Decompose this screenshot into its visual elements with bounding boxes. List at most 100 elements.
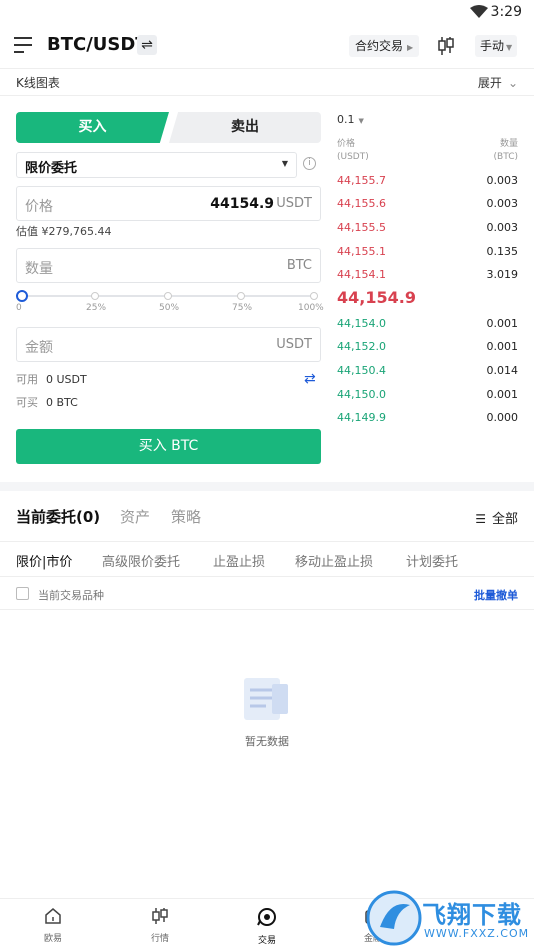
amount-slider[interactable]: 0 25% 50% 75% 100%	[16, 290, 324, 318]
price-header-unit: (USDT)	[337, 152, 369, 162]
nav-item-trade[interactable]: 交易	[237, 907, 297, 946]
expand-label: 展开	[477, 76, 502, 90]
manual-mode-button[interactable]: 手动 ▼	[475, 35, 518, 57]
info-icon[interactable]: i	[303, 157, 316, 170]
order-type-select[interactable]: 限价委托 ▼	[16, 152, 297, 178]
last-price[interactable]: 44,154.9	[337, 288, 416, 307]
price-field[interactable]: 价格 44154.9 USDT	[16, 186, 321, 221]
quantity-unit: BTC	[286, 258, 312, 273]
order-type-label: 限价委托	[25, 161, 78, 176]
empty-document-icon	[244, 678, 288, 720]
slider-tick: 25%	[86, 303, 107, 313]
expand-button[interactable]: 展开 ⌄	[478, 74, 518, 91]
triangle-down-icon: ▼	[358, 117, 364, 125]
buyable-row: 可买 0 BTC	[16, 394, 78, 410]
depth-select[interactable]: 0.1 ▼	[337, 113, 364, 126]
bid-row[interactable]: 44,149.9 0.000	[337, 407, 518, 427]
slider-knob[interactable]	[16, 290, 28, 302]
available-value: 0 USDT	[46, 373, 87, 386]
slider-dot[interactable]	[164, 292, 172, 300]
kline-bar: K线图表 展开 ⌄	[0, 68, 534, 96]
triangle-down-icon: ▼	[281, 159, 288, 168]
nav-label: 欧易	[43, 934, 62, 944]
quantity-field[interactable]: 数量 BTC	[16, 248, 321, 283]
tab-buy[interactable]: 买入	[16, 112, 169, 143]
depth-value: 0.1	[337, 113, 355, 126]
orders-tabs: 当前委托(0) 资产 策略 ☰ 全部	[0, 506, 534, 528]
buy-sell-tabs: 买入 卖出	[16, 112, 321, 143]
section-divider	[0, 482, 534, 491]
watermark-logo-icon	[366, 890, 422, 946]
slider-dot[interactable]	[91, 292, 99, 300]
nav-item-market[interactable]: 行情	[130, 907, 190, 944]
tab-advanced-limit[interactable]: 高级限价委托	[102, 551, 180, 570]
swap-pair-icon[interactable]: ⇌	[137, 35, 157, 55]
candlestick-icon[interactable]	[437, 36, 455, 56]
tab-sell[interactable]: 卖出	[169, 112, 321, 143]
tab-plan-order[interactable]: 计划委托	[406, 551, 458, 570]
kline-label: K线图表	[16, 76, 60, 90]
ask-row[interactable]: 44,155.6 0.003	[337, 193, 518, 213]
bid-row[interactable]: 44,150.4 0.014	[337, 360, 518, 380]
contract-trade-button[interactable]: 合约交易 ▶	[349, 35, 420, 57]
tab-limit-market[interactable]: 限价|市价	[16, 551, 72, 570]
candlestick-icon	[152, 908, 168, 924]
slider-tick: 0	[16, 303, 22, 313]
bid-row[interactable]: 44,150.0 0.001	[337, 384, 518, 404]
nav-item-home[interactable]: 欧易	[23, 907, 83, 944]
bid-row[interactable]: 44,152.0 0.001	[337, 336, 518, 356]
ask-row[interactable]: 44,155.7 0.003	[337, 170, 518, 190]
ask-row[interactable]: 44,154.1 3.019	[337, 264, 518, 284]
ask-row[interactable]: 44,155.5 0.003	[337, 217, 518, 237]
bid-price: 44,149.9	[337, 411, 386, 424]
bid-qty: 0.001	[486, 340, 519, 353]
ask-price: 44,155.5	[337, 221, 386, 234]
bid-qty: 0.014	[486, 364, 519, 377]
batch-cancel-button[interactable]: 批量撤单	[474, 587, 518, 603]
available-row: 可用 0 USDT	[16, 371, 87, 387]
all-filter-button[interactable]: ☰ 全部	[475, 508, 518, 527]
triangle-right-icon: ▶	[407, 43, 414, 52]
bid-qty: 0.001	[486, 317, 519, 330]
ask-price: 44,155.1	[337, 245, 386, 258]
qty-header-label: 数量	[499, 139, 518, 149]
pair-title[interactable]: BTC/USDT	[47, 34, 148, 55]
menu-icon[interactable]	[14, 37, 32, 53]
ask-qty: 0.135	[486, 245, 519, 258]
tab-current-orders[interactable]: 当前委托(0)	[16, 506, 100, 527]
ask-price: 44,155.6	[337, 197, 386, 210]
available-label: 可用	[16, 373, 38, 386]
triangle-down-icon: ▼	[506, 43, 513, 52]
order-type-tabs: 限价|市价 高级限价委托 止盈止损 移动止盈止损 计划委托	[0, 541, 534, 577]
manual-mode-label: 手动	[480, 39, 505, 53]
bid-qty: 0.000	[486, 411, 519, 424]
ask-qty: 0.003	[486, 197, 519, 210]
ask-price: 44,154.1	[337, 268, 386, 281]
watermark: 飞翔下载 WWW.FXXZ.COM	[366, 886, 534, 949]
home-icon	[45, 908, 61, 924]
nav-label: 行情	[150, 934, 169, 944]
amount-field[interactable]: 金额 USDT	[16, 327, 321, 362]
wifi-icon	[470, 5, 488, 18]
buy-btc-button[interactable]: 买入 BTC	[16, 429, 321, 464]
slider-dot[interactable]	[237, 292, 245, 300]
status-bar: 3:29	[0, 0, 534, 26]
tab-tp-sl[interactable]: 止盈止损	[213, 551, 265, 570]
transfer-icon[interactable]: ⇄	[304, 371, 316, 387]
ask-row[interactable]: 44,155.1 0.135	[337, 241, 518, 261]
contract-trade-label: 合约交易	[355, 39, 404, 53]
amount-placeholder: 金额	[25, 340, 53, 356]
current-pair-checkbox[interactable]	[16, 587, 29, 600]
bid-price: 44,152.0	[337, 340, 386, 353]
price-unit: USDT	[276, 196, 312, 211]
tab-strategy[interactable]: 策略	[171, 506, 201, 527]
ask-qty: 0.003	[486, 174, 519, 187]
bid-price: 44,150.4	[337, 364, 386, 377]
trade-icon	[257, 908, 276, 926]
tab-assets[interactable]: 资产	[120, 506, 150, 527]
tab-trailing-stop[interactable]: 移动止盈止损	[295, 551, 373, 570]
ask-qty: 3.019	[486, 268, 519, 281]
bid-qty: 0.001	[486, 388, 519, 401]
bid-row[interactable]: 44,154.0 0.001	[337, 313, 518, 333]
slider-dot[interactable]	[310, 292, 318, 300]
